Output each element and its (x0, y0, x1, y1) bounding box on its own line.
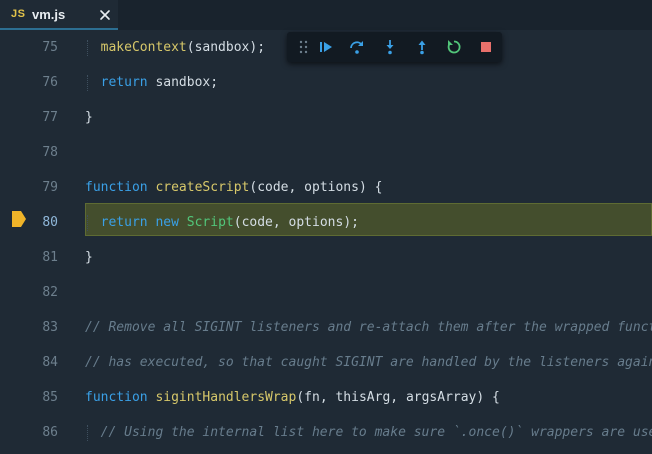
code-comment: // has executed, so that caught SIGINT a… (85, 355, 652, 370)
code-editor[interactable]: 75 makeContext(sandbox); 76 return sandb… (0, 30, 652, 454)
restart-icon[interactable] (446, 39, 462, 55)
step-out-icon[interactable] (414, 39, 430, 55)
line-number: 76 (42, 75, 58, 90)
code-line: 78 (0, 135, 652, 170)
line-number: 85 (42, 390, 58, 405)
code-line: 82 (0, 275, 652, 310)
code-line: 84 // has executed, so that caught SIGIN… (0, 345, 652, 380)
js-file-icon: JS (11, 8, 26, 20)
stop-icon[interactable] (478, 39, 494, 55)
tab-vm-js[interactable]: JS vm.js (0, 0, 118, 30)
code-line: 85 function sigintHandlersWrap(fn, thisA… (0, 380, 652, 415)
code-text: } (85, 250, 93, 265)
code-text: return sandbox; (100, 75, 219, 90)
line-number: 77 (42, 110, 58, 125)
line-number: 78 (42, 145, 58, 160)
code-line: 81 } (0, 240, 652, 275)
code-comment: // Using the internal list here to make … (85, 425, 652, 440)
line-number: 79 (42, 180, 58, 195)
debug-toolbar (287, 32, 502, 62)
code-text: function createScript(code, options) { (85, 180, 383, 195)
line-number: 82 (42, 285, 58, 300)
code-line: 77 } (0, 100, 652, 135)
code-comment: // Remove all SIGINT listeners and re-at… (85, 320, 652, 335)
close-icon[interactable] (98, 8, 112, 22)
code-text: makeContext(sandbox); (100, 40, 266, 55)
step-over-icon[interactable] (349, 39, 365, 55)
step-into-icon[interactable] (382, 39, 398, 55)
continue-icon[interactable] (318, 39, 334, 55)
drag-handle-icon[interactable] (296, 39, 312, 55)
code-line: 79 function createScript(code, options) … (0, 170, 652, 205)
line-number: 83 (42, 320, 58, 335)
line-number: 81 (42, 250, 58, 265)
line-number: 75 (42, 40, 58, 55)
code-text: } (85, 110, 93, 125)
tab-bar: JS vm.js (0, 0, 652, 30)
code-text: return new Script(code, options); (100, 215, 359, 230)
token: makeContext (100, 40, 187, 55)
line-number: 80 (42, 215, 58, 230)
line-number: 86 (42, 425, 58, 440)
code-line: 76 return sandbox; (0, 65, 652, 100)
code-line: 83 // Remove all SIGINT listeners and re… (0, 310, 652, 345)
code-line-current: 80 return new Script(code, options); (0, 205, 652, 240)
line-number: 84 (42, 355, 58, 370)
code-line: 86 // Using the internal list here to ma… (0, 415, 652, 450)
tab-label: vm.js (32, 7, 66, 22)
code-text: function sigintHandlersWrap(fn, thisArg,… (85, 390, 500, 405)
